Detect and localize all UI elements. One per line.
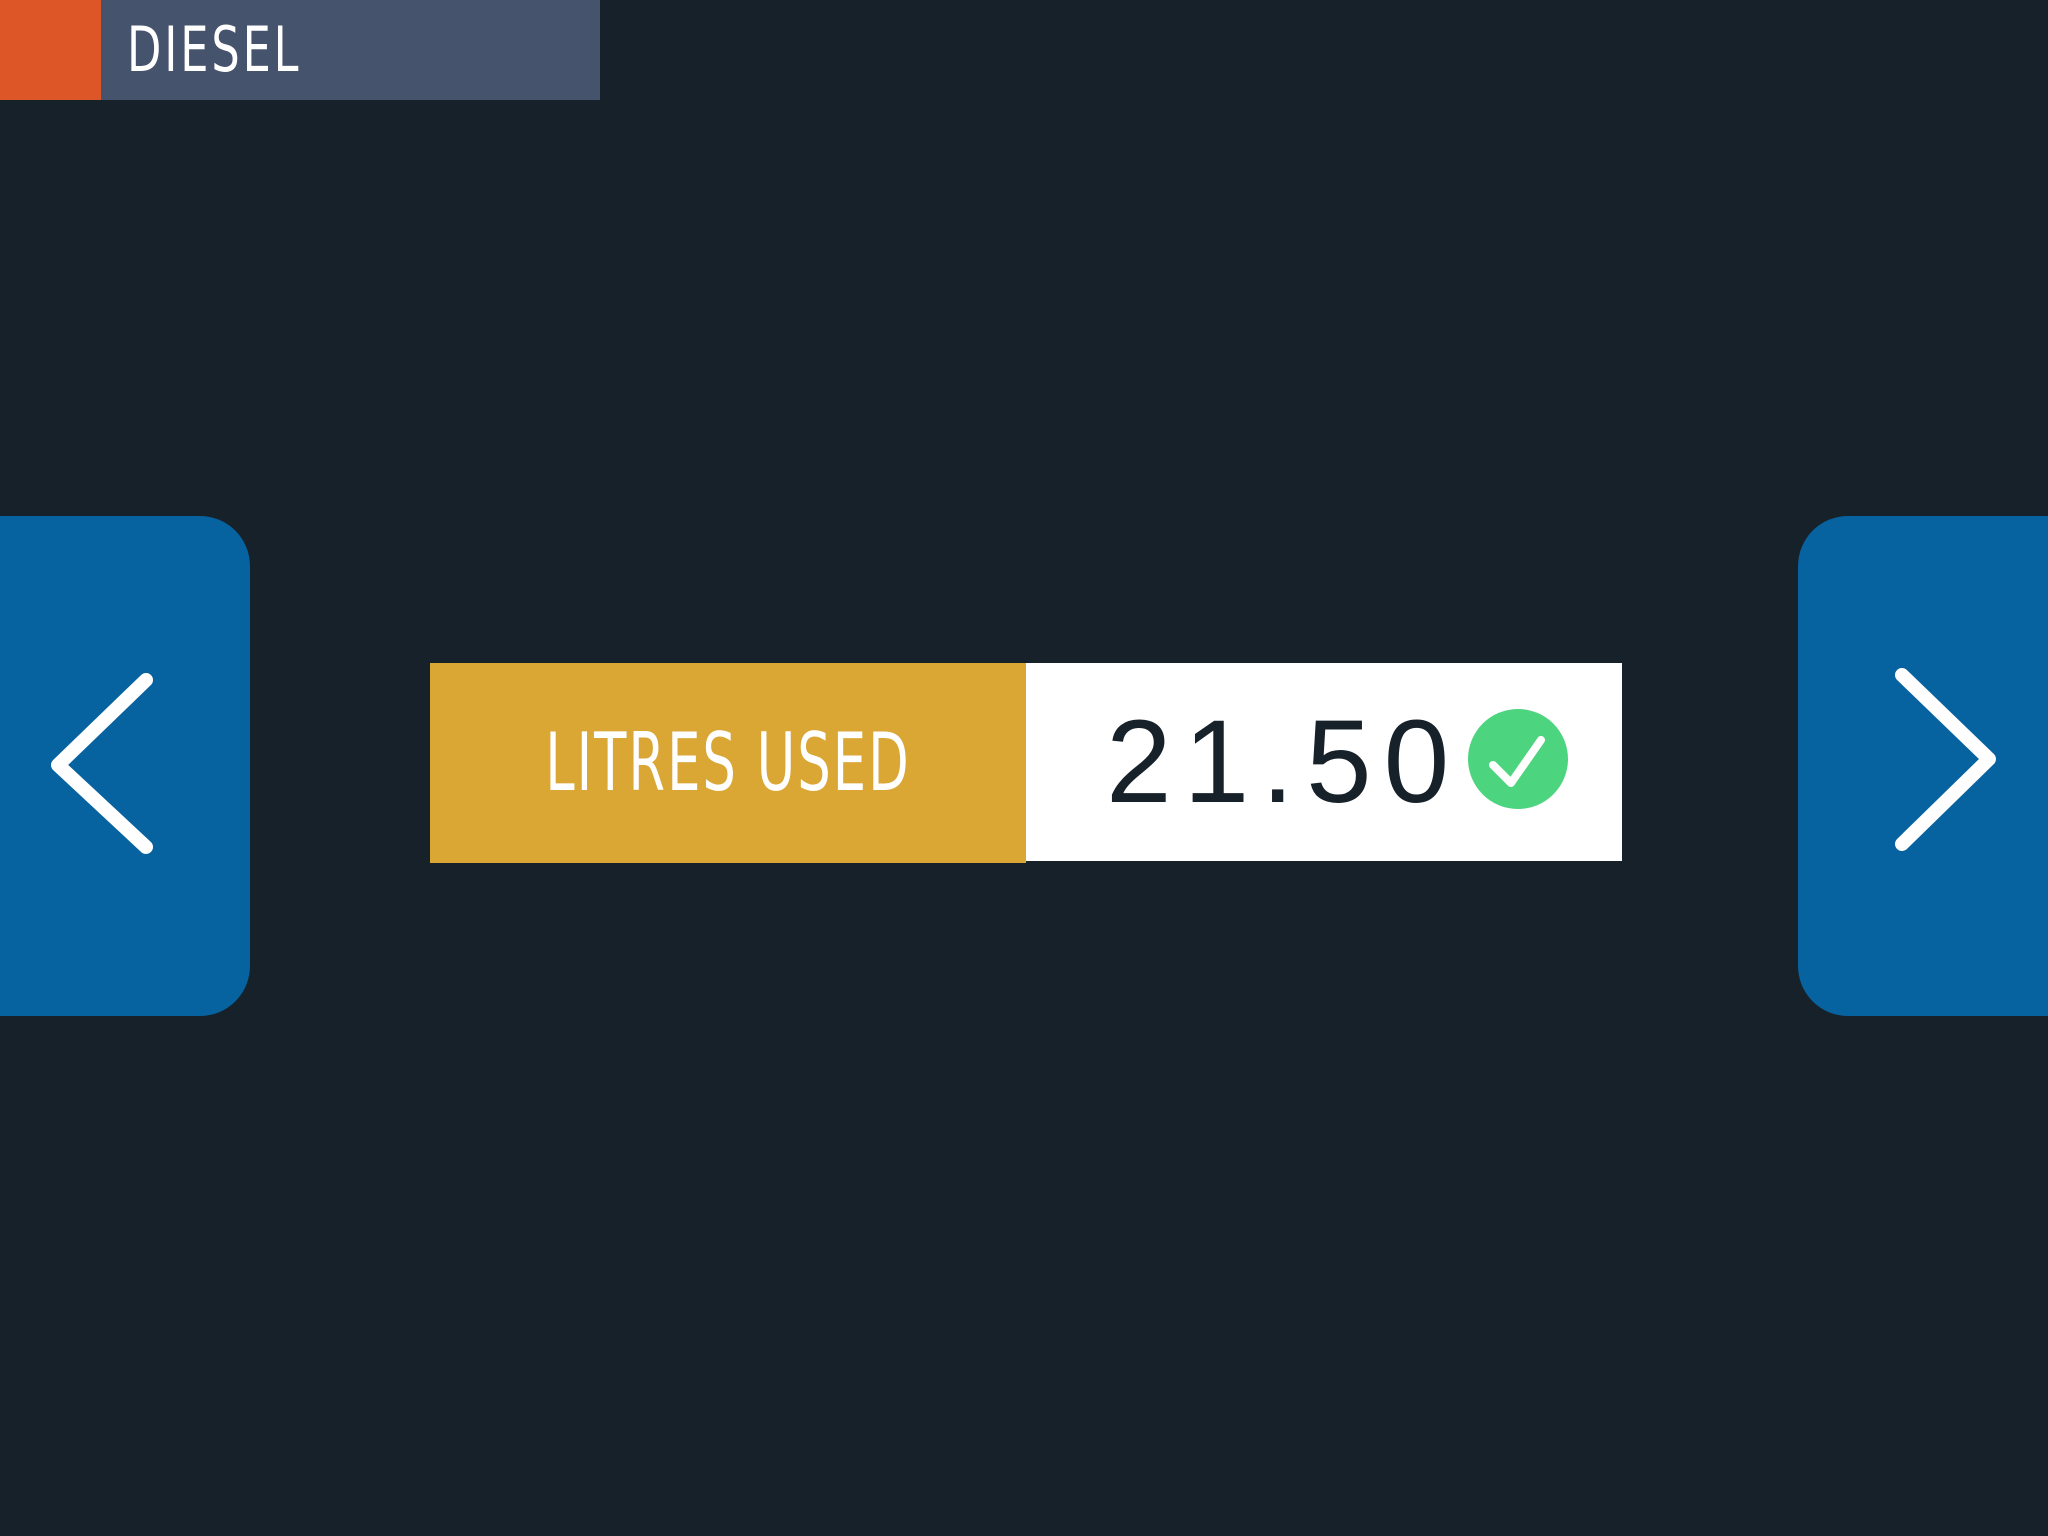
field-label-text: LITRES USED <box>545 716 911 809</box>
litres-used-value-field[interactable]: 21.50 <box>1026 663 1622 861</box>
chevron-left-icon <box>51 673 153 854</box>
page-title: DIESEL <box>127 13 302 86</box>
previous-button[interactable] <box>0 516 250 1016</box>
litres-used-value: 21.50 <box>1106 696 1462 828</box>
next-button[interactable] <box>1798 516 2048 1016</box>
chevron-right-icon <box>1895 668 1996 851</box>
header-bar: DIESEL <box>101 0 600 100</box>
header-accent-block <box>0 0 101 100</box>
litres-used-label: LITRES USED <box>430 663 1026 863</box>
check-circle-icon <box>1468 709 1568 809</box>
